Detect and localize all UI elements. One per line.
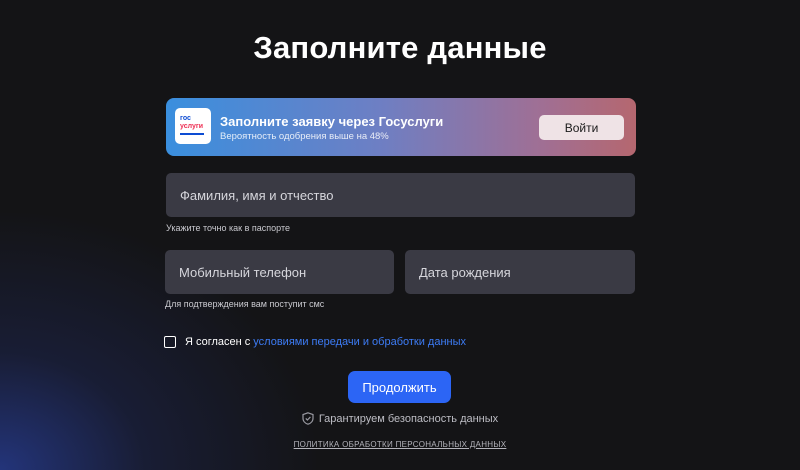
consent-checkbox[interactable] bbox=[164, 336, 176, 348]
gosuslugi-logo-bar bbox=[180, 133, 204, 135]
security-text: Гарантируем безопасность данных bbox=[318, 412, 499, 425]
gosuslugi-banner-title: Заполните заявку через Госуслуги bbox=[220, 114, 444, 129]
consent-row: Я согласен с условиями передачи и обрабо… bbox=[164, 335, 466, 349]
consent-terms-link[interactable]: условиями передачи и обработки данных bbox=[253, 336, 466, 348]
phone-hint: Для подтверждения вам поступит смс bbox=[165, 299, 325, 309]
continue-button[interactable]: Продолжить bbox=[348, 371, 451, 403]
gosuslugi-login-button[interactable]: Войти bbox=[539, 115, 624, 140]
policy-row: ПОЛИТИКА ОБРАБОТКИ ПЕРСОНАЛЬНЫХ ДАННЫХ bbox=[0, 434, 800, 452]
shield-check-icon bbox=[302, 412, 314, 425]
gosuslugi-logo: гос услуги bbox=[175, 108, 211, 144]
gosuslugi-banner-subtitle: Вероятность одобрения выше на 48% bbox=[220, 131, 389, 142]
consent-label: Я согласен с bbox=[185, 336, 251, 348]
gosuslugi-banner: гос услуги Заполните заявку через Госусл… bbox=[166, 98, 636, 156]
phone-field[interactable] bbox=[165, 250, 394, 294]
phone-input[interactable] bbox=[165, 250, 394, 294]
birth-date-field[interactable] bbox=[405, 250, 635, 294]
gosuslugi-logo-line1: гос bbox=[180, 115, 191, 122]
full-name-hint: Укажите точно как в паспорте bbox=[166, 223, 290, 233]
page-title: Заполните данные bbox=[253, 30, 547, 65]
full-name-field[interactable] bbox=[166, 173, 635, 217]
security-note: Гарантируем безопасность данных bbox=[0, 412, 800, 425]
birth-date-input[interactable] bbox=[405, 250, 635, 294]
full-name-input[interactable] bbox=[166, 173, 635, 217]
privacy-policy-link[interactable]: ПОЛИТИКА ОБРАБОТКИ ПЕРСОНАЛЬНЫХ ДАННЫХ bbox=[294, 440, 507, 449]
gosuslugi-logo-line2: услуги bbox=[180, 123, 204, 130]
